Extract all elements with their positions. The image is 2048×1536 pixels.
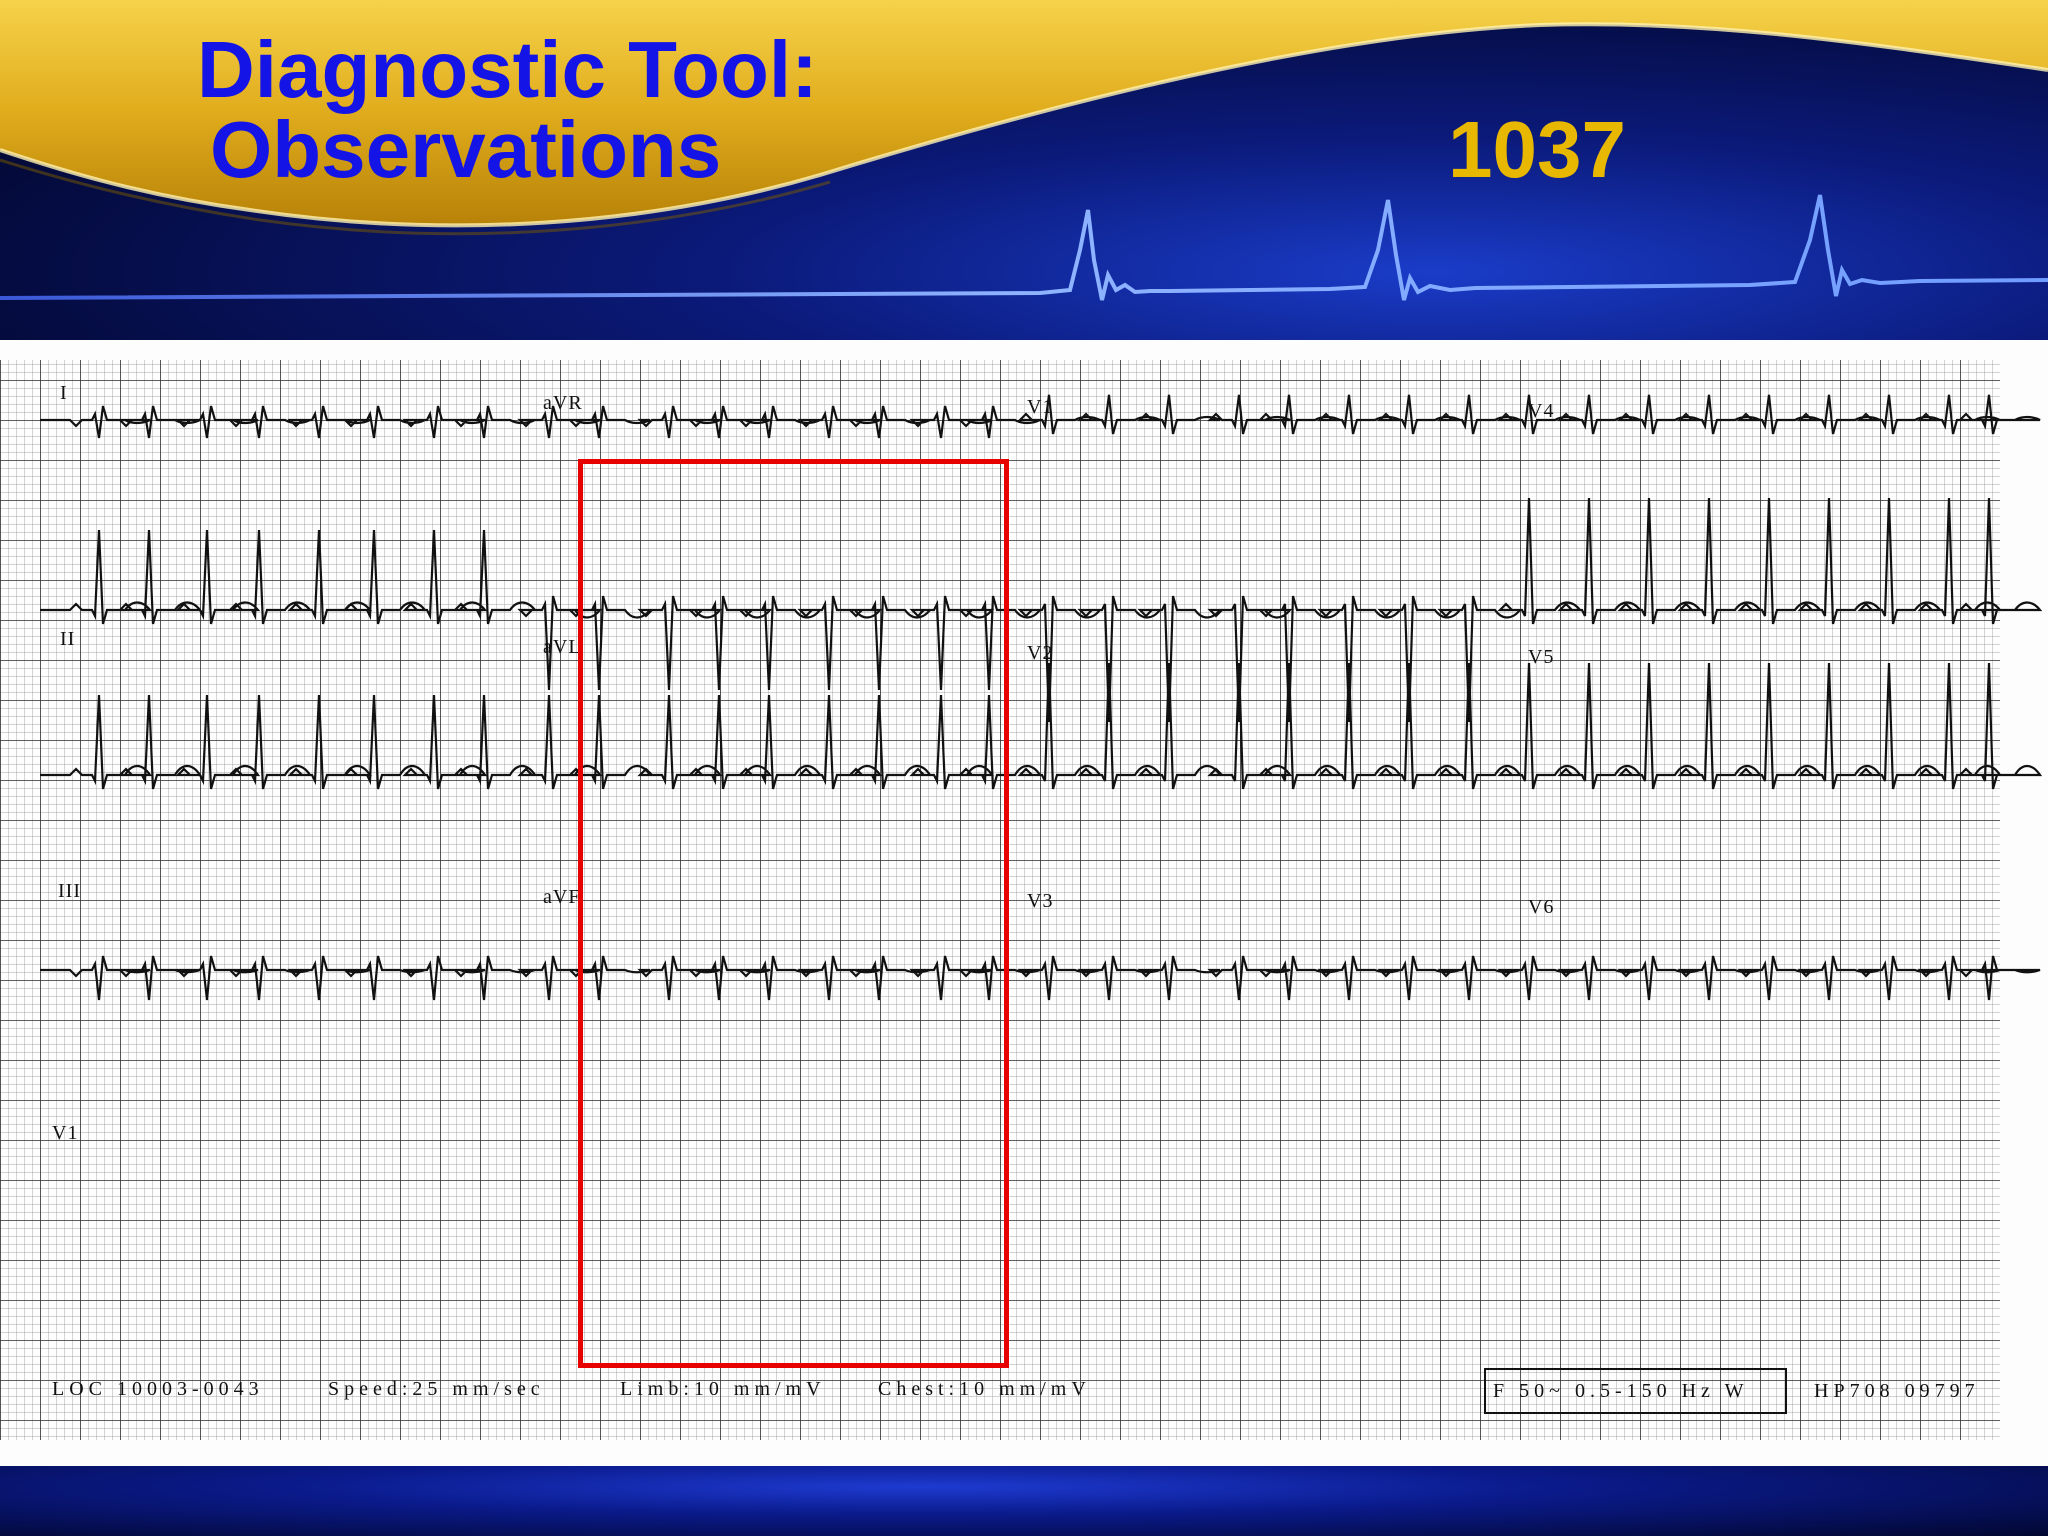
lead-label-V2: V2 <box>1027 642 1054 664</box>
lead-label-aVL: aVL <box>543 636 582 658</box>
lead-label-V3: V3 <box>1027 890 1054 912</box>
lead-label-aVF: aVF <box>543 886 581 908</box>
slide-number: 1037 <box>1448 105 1626 194</box>
footer-limb-gain: Limb:10 mm/mV <box>620 1378 826 1400</box>
slide-header: Diagnostic Tool: Observations 1037 <box>0 0 2048 340</box>
lead-label-aVR: aVR <box>543 392 583 414</box>
footer-filter: F 50~ 0.5-150 Hz W <box>1493 1380 1749 1402</box>
lead-label-V6: V6 <box>1528 896 1555 918</box>
slide-bottom-band <box>0 1466 2048 1536</box>
footer-speed: Speed:25 mm/sec <box>328 1378 545 1400</box>
highlight-box <box>578 459 1009 1368</box>
lead-label-V5: V5 <box>1528 646 1555 668</box>
ecg-grid-and-traces <box>0 340 2048 1466</box>
lead-label-V1: V1 <box>1027 396 1054 418</box>
slide-title-line-2: Observations <box>210 105 722 194</box>
lead-label-rhythm-V1: V1 <box>52 1122 79 1144</box>
ecg-printout: I aVR V1 V4 II aVL V2 V5 III aVF V3 V6 V… <box>0 340 2048 1466</box>
lead-label-II: II <box>60 628 76 650</box>
lead-label-III: III <box>58 880 81 902</box>
slide-title-line-1: Diagnostic Tool: <box>197 25 818 114</box>
footer-location: LOC 10003-0043 <box>52 1378 264 1400</box>
lead-label-I: I <box>60 382 68 404</box>
lead-label-V4: V4 <box>1528 400 1555 422</box>
footer-chest-gain: Chest:10 mm/mV <box>878 1378 1091 1400</box>
footer-device-id: HP708 09797 <box>1814 1380 1980 1402</box>
